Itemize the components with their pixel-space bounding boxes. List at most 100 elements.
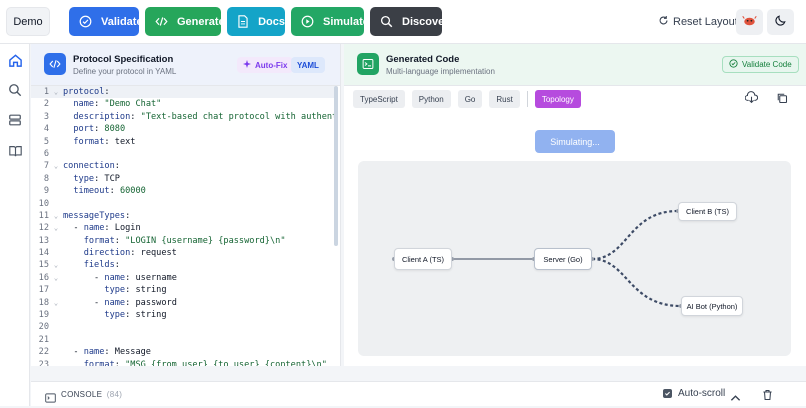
home-icon[interactable] (7, 52, 23, 68)
fold-chevron-icon[interactable]: ⌄ (49, 86, 63, 98)
chevron-up-icon[interactable] (730, 389, 741, 407)
code-line[interactable]: 15 ⌄ fields: (31, 259, 335, 271)
sparkle-icon (243, 60, 251, 70)
generate-button[interactable]: Generate (145, 7, 225, 36)
code-line[interactable]: 8 type: TCP (31, 173, 335, 185)
sidebar (0, 44, 30, 406)
panel-subtitle: Multi-language implementation (386, 67, 495, 76)
code-line[interactable]: 10 (31, 198, 335, 210)
code-line[interactable]: 19 type: string (31, 309, 335, 321)
fold-gutter (49, 148, 63, 160)
code-line[interactable]: 17 type: string (31, 284, 335, 296)
code-line[interactable]: 6 (31, 148, 335, 160)
code-line[interactable]: 1 ⌄ protocol: (31, 86, 335, 99)
line-number: 22 (38, 347, 49, 358)
tab-python[interactable]: Python (411, 90, 451, 108)
fold-gutter (49, 185, 63, 197)
fold-gutter (49, 198, 63, 210)
code-line[interactable]: 9 timeout: 60000 (31, 185, 335, 197)
fold-chevron-icon[interactable]: ⌄ (49, 297, 63, 309)
discover-button[interactable]: Discover (370, 7, 448, 36)
copy-icon[interactable] (776, 91, 788, 109)
theme-toggle-button[interactable] (767, 9, 794, 35)
code-line[interactable]: 16 ⌄ - name: username (31, 272, 335, 284)
console-icon (45, 390, 56, 408)
fold-gutter (49, 173, 63, 185)
code-line[interactable]: 21 (31, 334, 335, 346)
language-tabs: TypeScript Python Go Rust Topology (353, 90, 588, 108)
code-line[interactable]: 2 name: "Demo Chat" (31, 98, 335, 110)
docs-button[interactable]: Docs (227, 7, 285, 36)
code-line[interactable]: 5 format: text (31, 136, 335, 148)
tab-typescript[interactable]: TypeScript (353, 90, 405, 108)
line-number: 16 (38, 272, 49, 283)
node-server[interactable]: Server (Go) (534, 248, 592, 270)
code-line[interactable]: 20 (31, 321, 335, 333)
fold-chevron-icon[interactable]: ⌄ (49, 210, 63, 222)
node-ai-bot[interactable]: AI Bot (Python) (681, 296, 743, 316)
line-number: 7 (43, 161, 49, 172)
line-number: 14 (38, 248, 49, 259)
generated-code-panel: Generated Code Multi-language implementa… (344, 44, 806, 366)
protocol-spec-header: Protocol Specification Define your proto… (31, 44, 340, 86)
check-circle-icon (79, 15, 92, 28)
node-client-a[interactable]: Client A (TS) (394, 248, 452, 270)
line-text: - name: Login (63, 223, 141, 234)
document-icon (237, 15, 249, 28)
reset-layout-button[interactable]: Reset Layout (658, 15, 738, 29)
fold-gutter (49, 111, 63, 123)
node-client-b[interactable]: Client B (TS) (678, 202, 737, 221)
validate-code-button[interactable]: Validate Code (722, 56, 799, 73)
console-title-label: CONSOLE (61, 390, 103, 399)
tab-rust[interactable]: Rust (489, 90, 520, 108)
code-line[interactable]: 23 format: "MSG {from_user} {to_user} {c… (31, 359, 335, 366)
line-number: 18 (38, 297, 49, 308)
auto-fix-button[interactable]: Auto-Fix (237, 57, 294, 73)
line-text: type: string (104, 310, 167, 321)
code-line[interactable]: 7 ⌄ connection: (31, 160, 335, 172)
fold-gutter (49, 123, 63, 135)
editor-scrollbar[interactable] (334, 86, 338, 246)
topology-canvas[interactable]: Client A (TS) Server (Go) Client B (TS) … (358, 161, 791, 356)
code-line[interactable]: 12 ⌄ - name: Login (31, 222, 335, 234)
download-icon[interactable] (744, 91, 759, 109)
fold-chevron-icon[interactable]: ⌄ (49, 160, 63, 172)
fold-gutter (49, 334, 63, 346)
book-icon[interactable] (7, 143, 23, 159)
code-line[interactable]: 11 ⌄ messageTypes: (31, 210, 335, 222)
checkbox-icon[interactable] (663, 389, 672, 398)
fold-chevron-icon[interactable]: ⌄ (49, 259, 63, 271)
fold-chevron-icon[interactable]: ⌄ (49, 222, 63, 234)
code-line[interactable]: 22 - name: Message (31, 346, 335, 358)
line-number: 11 (38, 210, 49, 221)
auto-scroll-toggle[interactable]: Auto-scroll (663, 388, 725, 399)
line-number: 12 (38, 223, 49, 234)
code-line[interactable]: 13 format: "LOGIN {username} {password}\… (31, 235, 335, 247)
code-line[interactable]: 14 direction: request (31, 247, 335, 259)
tab-go[interactable]: Go (457, 90, 483, 108)
generated-code-header: Generated Code Multi-language implementa… (344, 44, 806, 86)
line-text: description: "Text-based chat protocol w… (73, 111, 335, 122)
line-text: type: TCP (73, 173, 120, 184)
terminal-icon (357, 53, 379, 75)
code-line[interactable]: 3 description: "Text-based chat protocol… (31, 111, 335, 123)
demo-button[interactable]: Demo (6, 7, 50, 36)
fold-chevron-icon[interactable]: ⌄ (49, 272, 63, 284)
simulate-button[interactable]: Simulate (291, 7, 369, 36)
console-count: (84) (106, 390, 123, 399)
panel-divider[interactable] (31, 366, 806, 381)
server-icon[interactable] (7, 112, 23, 128)
code-line[interactable]: 4 port: 8080 (31, 123, 335, 135)
tab-topology[interactable]: Topology (534, 90, 581, 108)
mascot-button[interactable] (736, 9, 763, 35)
code-line[interactable]: 18 ⌄ - name: password (31, 297, 335, 309)
line-text: connection: (63, 161, 120, 172)
search-icon[interactable] (7, 82, 23, 98)
trash-icon[interactable] (762, 388, 773, 406)
auto-fix-label: Auto-Fix (255, 60, 288, 70)
code-editor[interactable]: 1 ⌄ protocol: 2 name: "Demo Chat" 3 descript… (31, 86, 335, 366)
line-text: fields: (83, 260, 120, 271)
console-title[interactable]: CONSOLE (84) (61, 390, 122, 399)
validate-button[interactable]: Validate (69, 7, 143, 36)
check-circle-icon (729, 59, 738, 70)
